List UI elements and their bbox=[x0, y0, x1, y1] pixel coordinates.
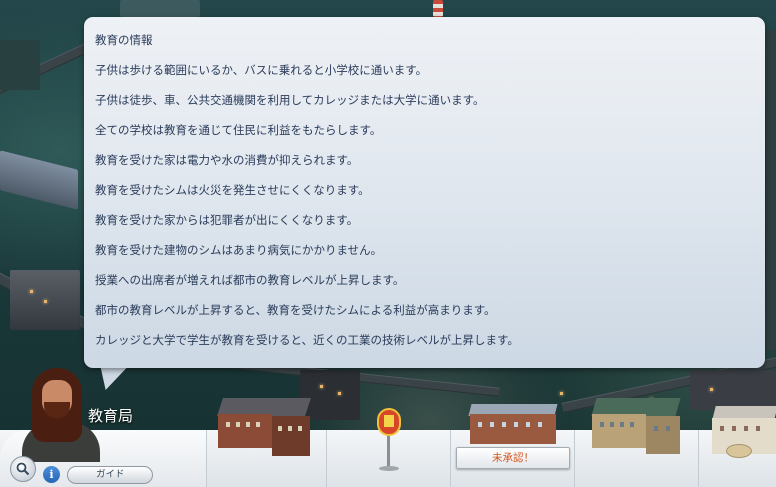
courtyard bbox=[726, 444, 752, 458]
slot-divider bbox=[698, 430, 699, 487]
window bbox=[526, 422, 530, 427]
slot-divider bbox=[206, 430, 207, 487]
window bbox=[732, 426, 736, 431]
sign-base bbox=[379, 466, 399, 471]
wall bbox=[218, 414, 272, 448]
sign-mark bbox=[384, 415, 394, 427]
info-line: 教育を受けた家からは犯罪者が出にくくなります。 bbox=[95, 213, 359, 227]
slot-divider bbox=[450, 430, 451, 487]
info-line: 授業への出席者が増えれば都市の教育レベルが上昇します。 bbox=[95, 273, 405, 287]
window bbox=[600, 422, 604, 427]
window bbox=[246, 422, 250, 427]
window bbox=[630, 422, 634, 427]
window-light bbox=[338, 392, 341, 395]
window bbox=[256, 422, 260, 427]
info-line: カレッジと大学で学生が教育を受けると、近くの工業の技術レベルが上昇します。 bbox=[95, 333, 519, 347]
window bbox=[298, 426, 302, 431]
info-line: 子供は徒歩、車、公共交通機関を利用してカレッジまたは大学に通います。 bbox=[95, 93, 485, 107]
window bbox=[226, 422, 230, 427]
info-icon: i bbox=[49, 468, 54, 481]
search-button[interactable] bbox=[10, 456, 36, 482]
slot-divider bbox=[326, 430, 327, 487]
building-thumb-bus-stop[interactable] bbox=[374, 406, 404, 472]
window bbox=[654, 426, 658, 431]
info-line: 全ての学校は教育を通じて住民に利益をもたらします。 bbox=[95, 123, 382, 137]
magnifier-icon bbox=[16, 462, 30, 476]
building bbox=[0, 40, 40, 90]
slot-divider bbox=[574, 430, 575, 487]
info-line: 子供は歩ける範囲にいるか、バスに乗れると小学校に通います。 bbox=[95, 63, 428, 77]
window bbox=[720, 426, 724, 431]
panel-title: 教育の情報 bbox=[95, 33, 153, 47]
building-thumb-school-building[interactable] bbox=[590, 392, 682, 464]
building-thumb-university[interactable] bbox=[710, 404, 776, 464]
window-light bbox=[560, 392, 563, 395]
window bbox=[538, 422, 542, 427]
window-light bbox=[30, 290, 33, 293]
window bbox=[478, 422, 482, 427]
window bbox=[288, 426, 292, 431]
info-line: 都市の教育レベルが上昇すると、教育を受けたシムによる利益が高まります。 bbox=[95, 303, 496, 317]
wall bbox=[272, 416, 310, 456]
window bbox=[666, 426, 670, 431]
window-light bbox=[44, 300, 47, 303]
building bbox=[766, 30, 776, 350]
window bbox=[610, 422, 614, 427]
info-button[interactable]: i bbox=[43, 466, 60, 483]
building bbox=[120, 0, 200, 17]
window bbox=[502, 422, 506, 427]
window bbox=[744, 426, 748, 431]
window-light bbox=[320, 385, 323, 388]
chimney bbox=[433, 0, 443, 17]
guide-button[interactable]: ガイド bbox=[67, 466, 153, 484]
info-line: 教育を受けた家は電力や水の消費が抑えられます。 bbox=[95, 153, 359, 167]
wall bbox=[646, 416, 680, 454]
window-light bbox=[710, 388, 713, 391]
window bbox=[236, 422, 240, 427]
guide-label: ガイド bbox=[96, 469, 125, 480]
wall bbox=[470, 414, 556, 444]
info-line: 教育を受けた建物のシムはあまり病気にかかりません。 bbox=[95, 243, 383, 257]
window bbox=[278, 426, 282, 431]
department-label: 教育局 bbox=[88, 407, 134, 425]
building-thumb-elementary-school[interactable] bbox=[214, 392, 316, 464]
education-info-panel: 教育の情報 子供は歩ける範囲にいるか、バスに乗れると小学校に通います。 子供は徒… bbox=[84, 17, 765, 368]
unapproved-button[interactable]: 未承認！ bbox=[456, 447, 570, 469]
window bbox=[756, 426, 760, 431]
window bbox=[490, 422, 494, 427]
train-station bbox=[0, 150, 78, 210]
wall bbox=[592, 414, 646, 448]
window bbox=[514, 422, 518, 427]
building-thumb-high-school[interactable] bbox=[466, 402, 560, 446]
window bbox=[620, 422, 624, 427]
info-line: 教育を受けたシムは火災を発生させにくくなります。 bbox=[95, 183, 370, 197]
